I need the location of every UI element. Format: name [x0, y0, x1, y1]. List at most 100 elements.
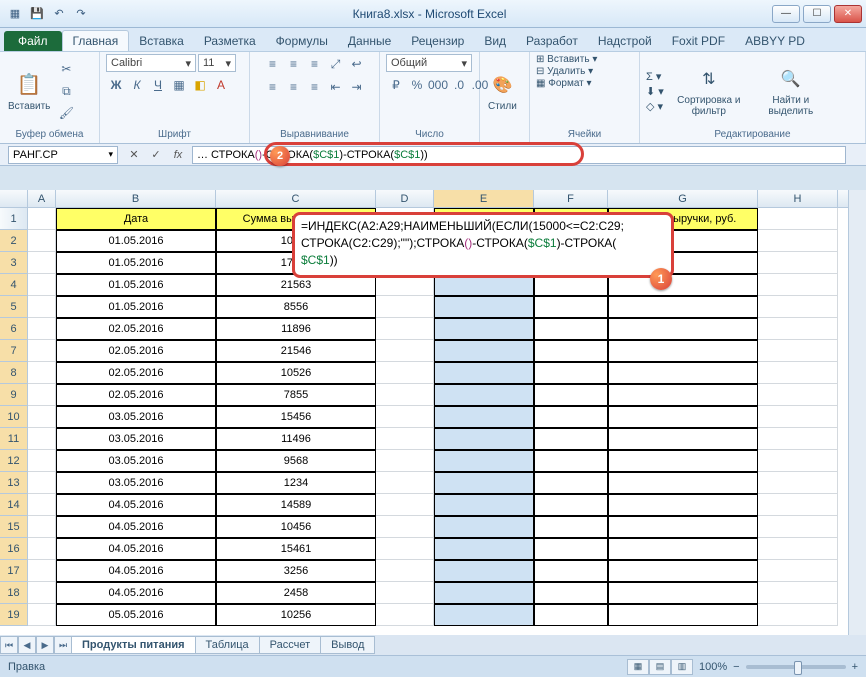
- col-header-E[interactable]: E: [434, 190, 534, 207]
- file-tab[interactable]: Файл: [4, 31, 62, 51]
- cell-D15[interactable]: [376, 516, 434, 538]
- cell-F9[interactable]: [534, 384, 608, 406]
- sheet-nav-next[interactable]: ▶: [36, 636, 54, 654]
- tab-addins[interactable]: Надстрой: [588, 31, 662, 51]
- cell-A5[interactable]: [28, 296, 56, 318]
- percent-icon[interactable]: %: [407, 75, 427, 95]
- format-painter-icon[interactable]: 🖌: [56, 103, 76, 123]
- currency-icon[interactable]: ₽: [386, 75, 406, 95]
- sheet-tab[interactable]: Рассчет: [259, 636, 322, 654]
- spreadsheet-grid[interactable]: ABCDEFGH 12345678910111213141516171819 Д…: [0, 190, 866, 635]
- cell-A6[interactable]: [28, 318, 56, 340]
- sheet-tab[interactable]: Таблица: [195, 636, 260, 654]
- row-header-13[interactable]: 13: [0, 472, 28, 494]
- cell-G17[interactable]: [608, 560, 758, 582]
- fx-icon[interactable]: fx: [168, 146, 188, 164]
- row-header-15[interactable]: 15: [0, 516, 28, 538]
- row-header-18[interactable]: 18: [0, 582, 28, 604]
- cell-H18[interactable]: [758, 582, 838, 604]
- comma-icon[interactable]: 000: [428, 75, 448, 95]
- cell-G6[interactable]: [608, 318, 758, 340]
- zoom-out-button[interactable]: −: [733, 661, 739, 673]
- cell-A14[interactable]: [28, 494, 56, 516]
- view-normal-button[interactable]: ▦: [627, 659, 649, 675]
- cell-A12[interactable]: [28, 450, 56, 472]
- cell-H13[interactable]: [758, 472, 838, 494]
- cell-E9[interactable]: [434, 384, 534, 406]
- tab-insert[interactable]: Вставка: [129, 31, 194, 51]
- cell-F7[interactable]: [534, 340, 608, 362]
- cell-D5[interactable]: [376, 296, 434, 318]
- cell-H5[interactable]: [758, 296, 838, 318]
- cell-A15[interactable]: [28, 516, 56, 538]
- cell-D9[interactable]: [376, 384, 434, 406]
- sheet-nav-prev[interactable]: ◀: [18, 636, 36, 654]
- cell-B15[interactable]: 04.05.2016: [56, 516, 216, 538]
- format-cells-button[interactable]: ▦ Формат ▾: [536, 78, 592, 89]
- col-header-D[interactable]: D: [376, 190, 434, 207]
- col-header-C[interactable]: C: [216, 190, 376, 207]
- font-size-dropdown[interactable]: 11▾: [198, 54, 236, 72]
- cell-F13[interactable]: [534, 472, 608, 494]
- orientation-icon[interactable]: ⤢: [326, 54, 346, 74]
- cell-G14[interactable]: [608, 494, 758, 516]
- cell-F15[interactable]: [534, 516, 608, 538]
- row-header-4[interactable]: 4: [0, 274, 28, 296]
- italic-button[interactable]: К: [127, 75, 147, 95]
- cell-A11[interactable]: [28, 428, 56, 450]
- delete-cells-button[interactable]: ⊟ Удалить ▾: [536, 66, 593, 77]
- cell-B10[interactable]: 03.05.2016: [56, 406, 216, 428]
- row-header-11[interactable]: 11: [0, 428, 28, 450]
- cell-D14[interactable]: [376, 494, 434, 516]
- redo-icon[interactable]: ↷: [72, 5, 90, 23]
- row-header-7[interactable]: 7: [0, 340, 28, 362]
- cell-G16[interactable]: [608, 538, 758, 560]
- cell-B11[interactable]: 03.05.2016: [56, 428, 216, 450]
- cell-C17[interactable]: 3256: [216, 560, 376, 582]
- wrap-icon[interactable]: ↩: [347, 54, 367, 74]
- sort-filter-button[interactable]: ⇅ Сортировка и фильтр: [672, 63, 746, 119]
- sheet-nav-last[interactable]: ⏭: [54, 636, 72, 654]
- cell-H8[interactable]: [758, 362, 838, 384]
- cell-G18[interactable]: [608, 582, 758, 604]
- cell-B1[interactable]: Дата: [56, 208, 216, 230]
- font-name-dropdown[interactable]: Calibri▾: [106, 54, 196, 72]
- tab-foxit[interactable]: Foxit PDF: [662, 31, 735, 51]
- paste-button[interactable]: 📋 Вставить: [6, 69, 52, 114]
- cell-B16[interactable]: 04.05.2016: [56, 538, 216, 560]
- cell-C6[interactable]: 11896: [216, 318, 376, 340]
- cell-A18[interactable]: [28, 582, 56, 604]
- name-box[interactable]: РАНГ.СР▾: [8, 146, 118, 164]
- cell-E18[interactable]: [434, 582, 534, 604]
- cell-F6[interactable]: [534, 318, 608, 340]
- enter-formula-icon[interactable]: ✓: [146, 146, 166, 164]
- cell-A19[interactable]: [28, 604, 56, 626]
- zoom-in-button[interactable]: +: [852, 661, 858, 673]
- font-color-button[interactable]: A: [211, 75, 231, 95]
- tab-formulas[interactable]: Формулы: [266, 31, 338, 51]
- cell-H7[interactable]: [758, 340, 838, 362]
- cell-B3[interactable]: 01.05.2016: [56, 252, 216, 274]
- cell-C18[interactable]: 2458: [216, 582, 376, 604]
- cell-D13[interactable]: [376, 472, 434, 494]
- merge-icon[interactable]: ⇥: [347, 77, 367, 97]
- number-format-dropdown[interactable]: Общий▾: [386, 54, 472, 72]
- cell-G13[interactable]: [608, 472, 758, 494]
- cell-F11[interactable]: [534, 428, 608, 450]
- cell-B12[interactable]: 03.05.2016: [56, 450, 216, 472]
- row-header-3[interactable]: 3: [0, 252, 28, 274]
- fill-button[interactable]: ⬇ ▾: [646, 85, 664, 98]
- cell-B2[interactable]: 01.05.2016: [56, 230, 216, 252]
- cell-B4[interactable]: 01.05.2016: [56, 274, 216, 296]
- tab-developer[interactable]: Разработ: [516, 31, 588, 51]
- column-headers[interactable]: ABCDEFGH: [28, 190, 848, 208]
- sheet-nav-first[interactable]: ⏮: [0, 636, 18, 654]
- cell-H3[interactable]: [758, 252, 838, 274]
- row-header-6[interactable]: 6: [0, 318, 28, 340]
- cell-A17[interactable]: [28, 560, 56, 582]
- cell-A8[interactable]: [28, 362, 56, 384]
- col-header-F[interactable]: F: [534, 190, 608, 207]
- tab-view[interactable]: Вид: [474, 31, 516, 51]
- cell-G19[interactable]: [608, 604, 758, 626]
- align-bot-icon[interactable]: ≡: [305, 54, 325, 74]
